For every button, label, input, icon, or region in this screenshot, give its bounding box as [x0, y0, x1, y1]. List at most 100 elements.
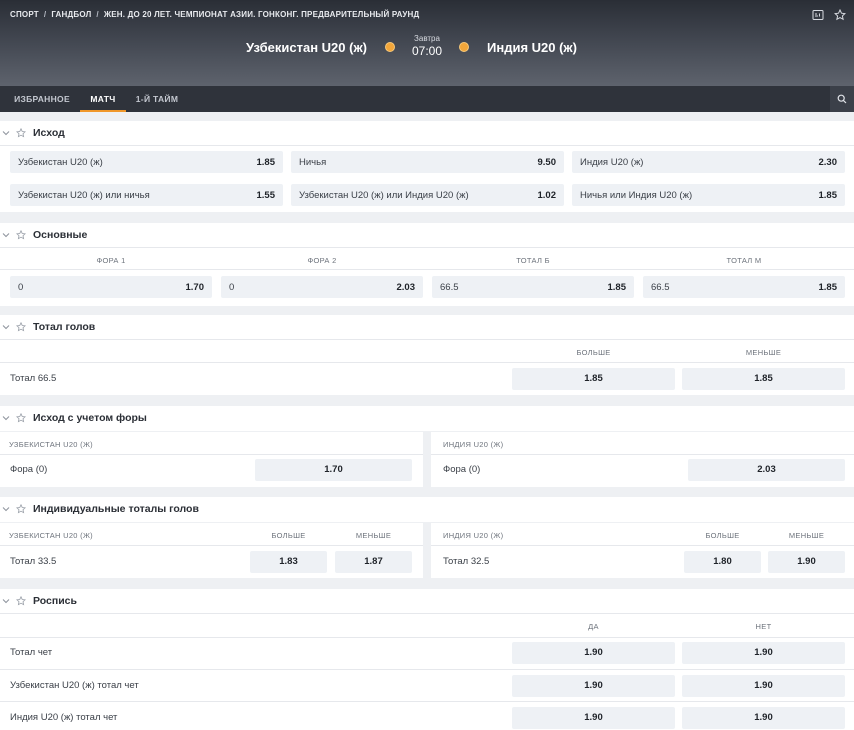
- divider: [0, 145, 854, 146]
- odd-button[interactable]: Ничья 9.50: [291, 151, 564, 173]
- odd-button[interactable]: 1.87: [335, 551, 412, 573]
- market-props: Роспись ДА НЕТ Тотал чет 1.90 1.90 Узбек…: [0, 589, 854, 730]
- away-team-indicator: [459, 42, 469, 52]
- outcome-label: Ничья: [299, 157, 327, 168]
- chevron-down-icon[interactable]: [2, 597, 10, 605]
- odd-button[interactable]: 1.90: [512, 642, 675, 664]
- odd-button[interactable]: 1.90: [682, 642, 845, 664]
- outcome-label: Ничья или Индия U20 (ж): [580, 190, 693, 201]
- team-header: УЗБЕКИСТАН U20 (Ж): [9, 531, 93, 540]
- odd-button[interactable]: 0 1.70: [10, 276, 212, 298]
- odd-value: 1.70: [185, 282, 205, 293]
- tab-match[interactable]: МАТЧ: [80, 86, 126, 112]
- odd-button[interactable]: 1.85: [682, 368, 845, 390]
- row-label: Тотал 32.5: [443, 556, 490, 567]
- tab-favorites[interactable]: ИЗБРАННОЕ: [6, 86, 78, 112]
- odd-button[interactable]: 2.03: [688, 459, 845, 481]
- market-header[interactable]: Индивидуальные тоталы голов: [0, 497, 854, 521]
- market-title: Исход с учетом форы: [33, 412, 147, 424]
- chevron-down-icon[interactable]: [2, 505, 10, 513]
- chevron-down-icon[interactable]: [2, 231, 10, 239]
- column-header: НЕТ: [755, 622, 772, 631]
- market-header[interactable]: Роспись: [0, 589, 854, 613]
- tab-first-half[interactable]: 1-Й ТАЙМ: [128, 86, 186, 112]
- odd-button[interactable]: 1.90: [682, 707, 845, 729]
- search-icon: [837, 94, 847, 104]
- market-title: Индивидуальные тоталы голов: [33, 503, 199, 515]
- odd-button[interactable]: 1.70: [255, 459, 412, 481]
- odd-button[interactable]: 1.80: [684, 551, 761, 573]
- team-header: ИНДИЯ U20 (Ж): [443, 440, 504, 449]
- odd-value: 1.90: [584, 680, 603, 691]
- search-button[interactable]: [830, 86, 854, 112]
- odd-value: 1.90: [754, 680, 773, 691]
- odd-button[interactable]: Узбекистан U20 (ж) или ничья 1.55: [10, 184, 283, 206]
- breadcrumb-tournament[interactable]: ЖЕН. ДО 20 ЛЕТ. ЧЕМПИОНАТ АЗИИ. ГОНКОНГ.…: [104, 10, 420, 19]
- odd-button[interactable]: Индия U20 (ж) 2.30: [572, 151, 845, 173]
- star-icon[interactable]: [16, 230, 26, 240]
- odd-button[interactable]: 66.5 1.85: [432, 276, 634, 298]
- divider: [0, 613, 854, 614]
- breadcrumb-separator: /: [43, 10, 47, 19]
- divider: [0, 247, 854, 248]
- odd-button[interactable]: 1.90: [682, 675, 845, 697]
- outcome-label: Узбекистан U20 (ж) или Индия U20 (ж): [299, 190, 469, 201]
- column-header: МЕНЬШЕ: [788, 531, 825, 540]
- star-icon[interactable]: [16, 322, 26, 332]
- odd-value: 1.85: [584, 373, 603, 384]
- market-header[interactable]: Основные: [0, 223, 854, 247]
- chevron-down-icon[interactable]: [2, 129, 10, 137]
- individual-total-home-panel: УЗБЕКИСТАН U20 (Ж) БОЛЬШЕ МЕНЬШЕ Тотал 3…: [0, 523, 423, 578]
- odd-value: 1.90: [584, 712, 603, 723]
- market-tabs: ИЗБРАННОЕ МАТЧ 1-Й ТАЙМ: [0, 86, 854, 112]
- column-header: БОЛЬШЕ: [705, 531, 740, 540]
- column-header: МЕНЬШЕ: [355, 531, 392, 540]
- market-header[interactable]: Тотал голов: [0, 315, 854, 339]
- row-label: Узбекистан U20 (ж) тотал чет: [10, 680, 139, 691]
- odd-button[interactable]: Узбекистан U20 (ж) 1.85: [10, 151, 283, 173]
- market-header[interactable]: Исход с учетом форы: [0, 406, 854, 430]
- star-icon[interactable]: [16, 128, 26, 138]
- divider: [0, 454, 423, 455]
- market-handicap-outcome: Исход с учетом форы: [0, 406, 854, 431]
- breadcrumb-separator: /: [96, 10, 99, 19]
- star-icon[interactable]: [16, 413, 26, 423]
- away-team-name: Индия U20 (ж): [487, 40, 577, 55]
- odd-button[interactable]: 1.83: [250, 551, 327, 573]
- odd-value: 1.83: [279, 556, 298, 567]
- odd-value: 2.03: [396, 282, 416, 293]
- breadcrumb-sport[interactable]: СПОРТ: [10, 10, 39, 19]
- home-team-name: Узбекистан U20 (ж): [246, 40, 367, 55]
- match-day: Завтра: [414, 34, 440, 43]
- column-header: БОЛЬШЕ: [576, 348, 611, 357]
- total-value: 66.5: [651, 282, 670, 293]
- column-header: ТОТАЛ М: [726, 256, 762, 265]
- star-icon[interactable]: [834, 9, 846, 21]
- odd-button[interactable]: 1.90: [512, 675, 675, 697]
- scoreboard-icon[interactable]: [812, 9, 824, 21]
- odd-button[interactable]: 1.90: [768, 551, 845, 573]
- market-individual-totals: Индивидуальные тоталы голов: [0, 497, 854, 522]
- divider: [0, 545, 423, 546]
- market-header[interactable]: Исход: [0, 121, 854, 145]
- odd-button[interactable]: Ничья или Индия U20 (ж) 1.85: [572, 184, 845, 206]
- match-time: 07:00: [411, 44, 443, 58]
- row-label: Тотал 33.5: [10, 556, 57, 567]
- team-header: УЗБЕКИСТАН U20 (Ж): [9, 440, 93, 449]
- odd-button[interactable]: 0 2.03: [221, 276, 423, 298]
- odd-value: 1.80: [713, 556, 732, 567]
- chevron-down-icon[interactable]: [2, 414, 10, 422]
- market-title: Основные: [33, 229, 88, 241]
- odd-value: 1.85: [818, 282, 838, 293]
- star-icon[interactable]: [16, 596, 26, 606]
- odd-button[interactable]: 1.85: [512, 368, 675, 390]
- chevron-down-icon[interactable]: [2, 323, 10, 331]
- breadcrumb-handball[interactable]: ГАНДБОЛ: [51, 10, 91, 19]
- odd-button[interactable]: 66.5 1.85: [643, 276, 845, 298]
- odd-value: 2.03: [757, 464, 776, 475]
- odd-button[interactable]: 1.90: [512, 707, 675, 729]
- odd-button[interactable]: Узбекистан U20 (ж) или Индия U20 (ж) 1.02: [291, 184, 564, 206]
- odd-value: 1.85: [256, 157, 276, 168]
- row-label: Индия U20 (ж) тотал чет: [10, 712, 118, 723]
- star-icon[interactable]: [16, 504, 26, 514]
